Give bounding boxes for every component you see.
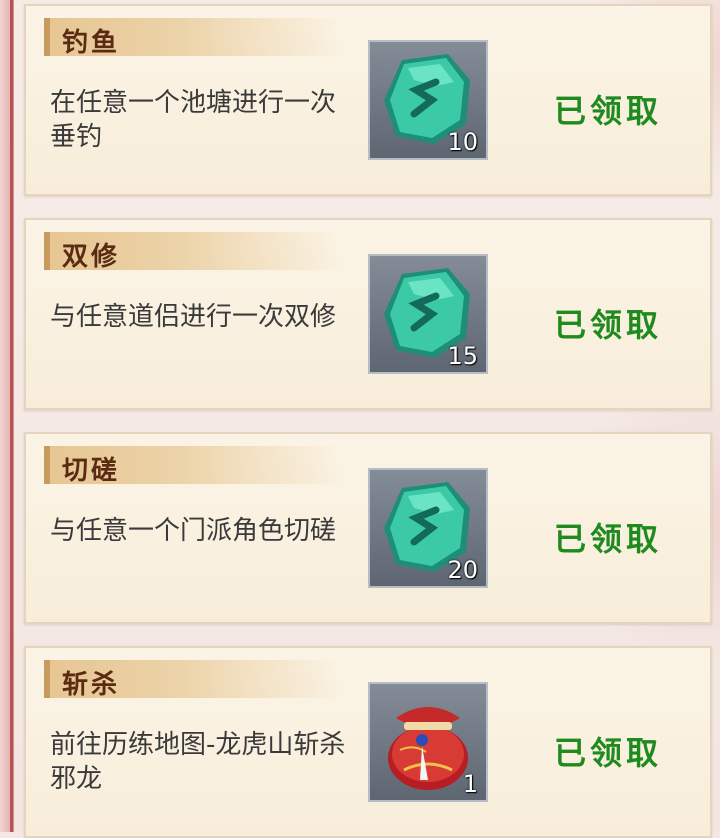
reward-count: 15 bbox=[447, 342, 478, 370]
claimed-status: 已领取 bbox=[554, 306, 663, 344]
task-card-slay: 斩杀 前往历练地图-龙虎山斩杀邪龙 1 已领取 bbox=[24, 646, 712, 838]
task-title: 钓鱼 bbox=[62, 28, 121, 58]
task-description: 与任意道侣进行一次双修 bbox=[50, 302, 337, 332]
task-title-tag: 双修 bbox=[44, 232, 344, 272]
task-title: 双修 bbox=[62, 242, 121, 272]
claimed-status: 已领取 bbox=[554, 520, 663, 558]
task-title-tag: 切磋 bbox=[44, 446, 344, 486]
task-card-dual-cultivation: 双修 与任意道侣进行一次双修 15 已领取 bbox=[24, 218, 712, 410]
reward-count: 1 bbox=[462, 770, 478, 798]
claimed-status: 已领取 bbox=[554, 92, 663, 130]
task-description: 在任意一个池塘进行一次垂钓 bbox=[50, 88, 337, 152]
reward-item-slot[interactable]: 20 bbox=[368, 468, 488, 588]
task-title-tag: 钓鱼 bbox=[44, 18, 344, 58]
task-title-tag: 斩杀 bbox=[44, 660, 344, 700]
reward-item-slot[interactable]: 10 bbox=[368, 40, 488, 160]
reward-item-slot[interactable]: 15 bbox=[368, 254, 488, 374]
task-title: 切磋 bbox=[62, 456, 121, 486]
reward-count: 20 bbox=[447, 556, 478, 584]
task-description: 与任意一个门派角色切磋 bbox=[50, 516, 337, 546]
left-border-decoration bbox=[0, 0, 14, 832]
claimed-status: 已领取 bbox=[554, 734, 663, 772]
task-description: 前往历练地图-龙虎山斩杀邪龙 bbox=[50, 730, 346, 794]
reward-count: 10 bbox=[447, 128, 478, 156]
task-card-sparring: 切磋 与任意一个门派角色切磋 20 已领取 bbox=[24, 432, 712, 624]
task-card-fishing: 钓鱼 在任意一个池塘进行一次垂钓 10 已领取 bbox=[24, 4, 712, 196]
reward-item-slot[interactable]: 1 bbox=[368, 682, 488, 802]
task-title: 斩杀 bbox=[62, 670, 121, 700]
